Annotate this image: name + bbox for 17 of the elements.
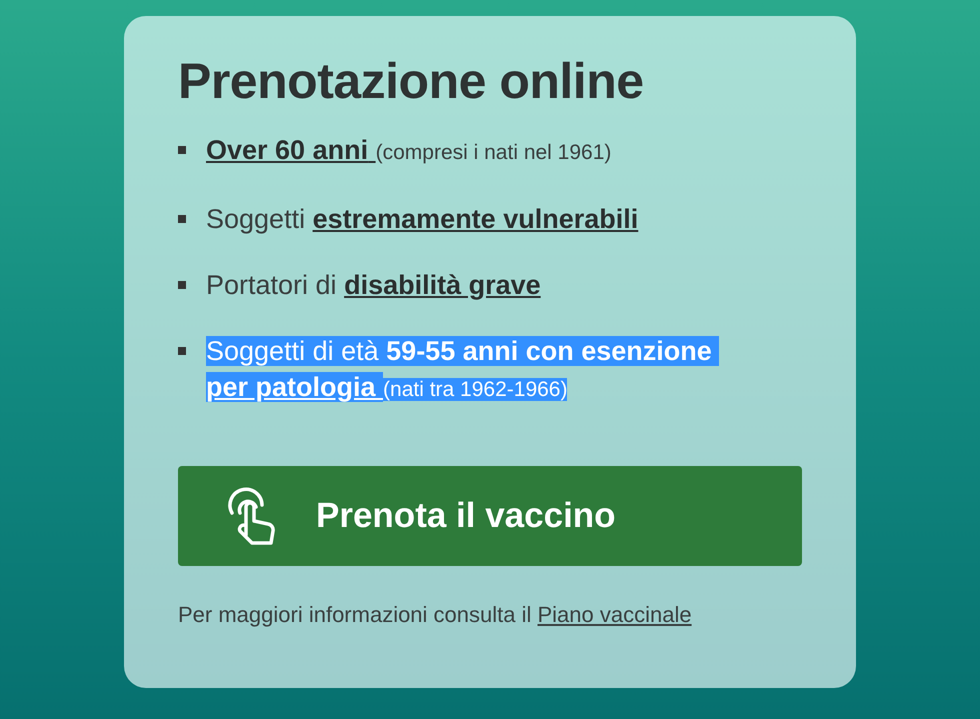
item-text: Portatori di (206, 270, 338, 300)
page-title: Prenotazione online (178, 52, 645, 110)
link[interactable]: Piano vaccinale (538, 602, 692, 627)
bullet-icon (178, 215, 186, 223)
link[interactable]: disabilità grave (344, 270, 541, 300)
item-text: Soggetti di età (206, 336, 386, 366)
note-text: (nati tra 1962-1966) (383, 378, 568, 401)
link[interactable]: estremamente vulnerabili (312, 204, 638, 234)
bullet-icon (178, 146, 186, 154)
book-vaccine-button[interactable]: Prenota il vaccino (178, 466, 802, 566)
bullet-icon (178, 347, 186, 355)
link[interactable]: Over 60 anni (206, 135, 376, 165)
info-text: Per maggiori informazioni consulta il (178, 602, 532, 627)
item-text: Soggetti (206, 204, 306, 234)
note-text: (compresi i nati nel 1961) (376, 141, 612, 164)
bullet-icon (178, 281, 186, 289)
bold-text: 59-55 anni con esenzione (386, 336, 720, 366)
